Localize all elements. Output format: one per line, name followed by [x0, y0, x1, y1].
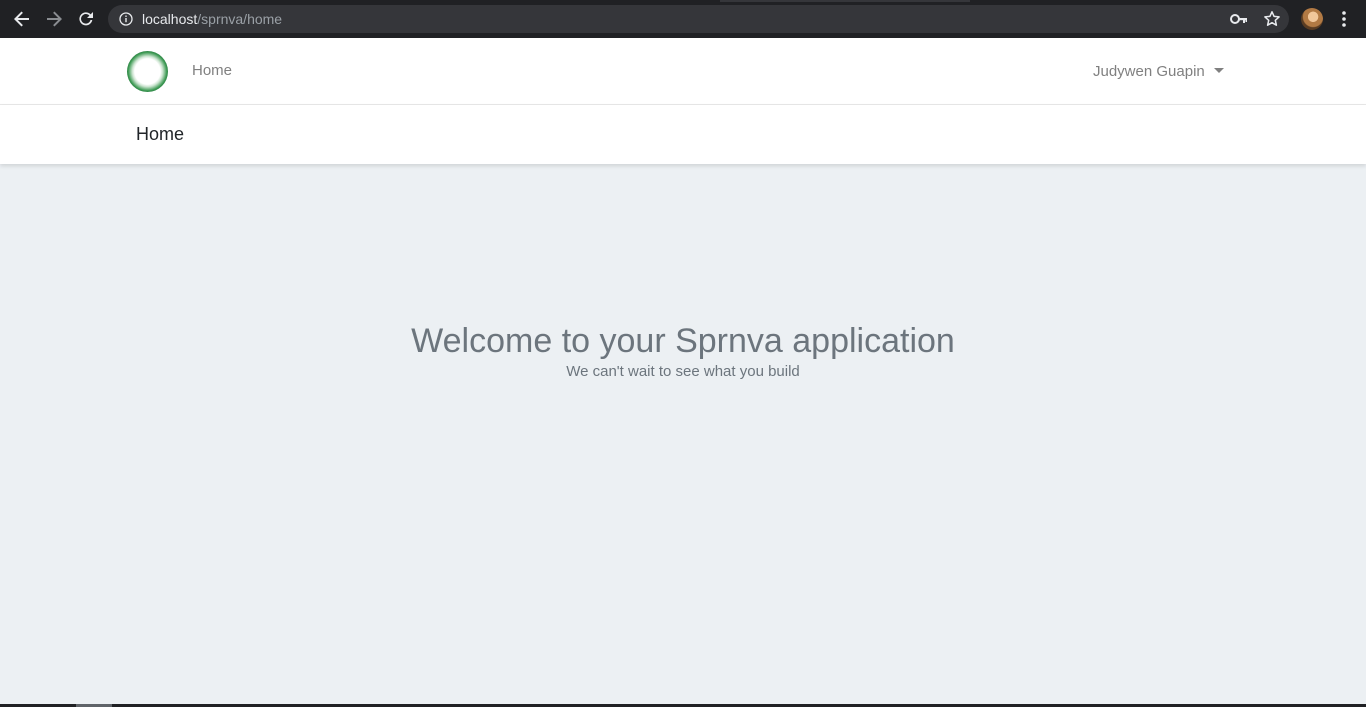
profile-avatar[interactable] — [1301, 8, 1323, 30]
welcome-subheading: We can't wait to see what you build — [566, 363, 800, 380]
url-path: /sprnva/home — [197, 11, 283, 27]
back-button[interactable] — [10, 7, 34, 31]
url-host: localhost — [142, 11, 198, 27]
nav-home-link[interactable]: Home — [192, 38, 232, 104]
page-title: Home — [136, 124, 185, 144]
caret-down-icon — [1213, 67, 1224, 73]
app-navbar: Home Judywen Guapin — [0, 38, 1366, 105]
tab-strip-edge — [720, 0, 970, 2]
welcome-heading: Welcome to your Sprnva application — [411, 322, 955, 360]
more-vert-icon[interactable] — [1336, 9, 1352, 29]
forward-button[interactable] — [42, 7, 66, 31]
key-icon[interactable] — [1230, 11, 1248, 27]
star-icon[interactable] — [1263, 10, 1281, 28]
address-bar[interactable]: localhost/sprnva/home — [108, 5, 1289, 33]
welcome-section: Welcome to your Sprnva application We ca… — [0, 320, 1366, 382]
brand-logo[interactable] — [127, 51, 168, 92]
info-icon[interactable] — [119, 12, 133, 26]
page-header: Home — [0, 105, 1366, 164]
arrow-right-icon — [47, 11, 62, 27]
reload-icon — [79, 12, 93, 26]
main-content: Welcome to your Sprnva application We ca… — [0, 164, 1366, 704]
user-name: Judywen Guapin — [1093, 62, 1205, 80]
user-dropdown[interactable]: Judywen Guapin — [1093, 38, 1224, 104]
arrow-left-icon — [14, 11, 29, 27]
reload-button[interactable] — [74, 7, 98, 31]
browser-toolbar: localhost/sprnva/home — [0, 0, 1366, 38]
url-text[interactable]: localhost/sprnva/home — [142, 5, 282, 33]
